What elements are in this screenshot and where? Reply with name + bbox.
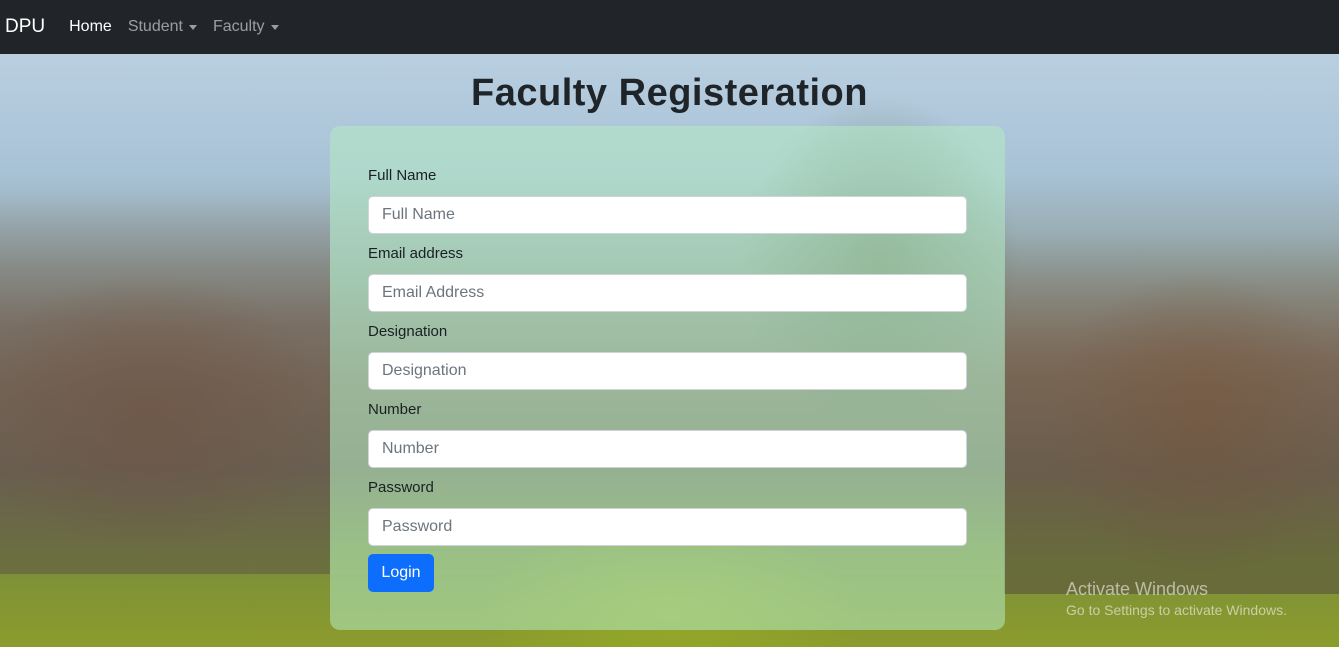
brand-link[interactable]: DPU — [5, 16, 45, 38]
faculty-registration-form: Full Name Email address Designation Numb… — [330, 126, 1005, 630]
top-navbar: DPU Home Student Faculty — [0, 0, 1339, 54]
watermark-title: Activate Windows — [1066, 579, 1209, 599]
chevron-down-icon — [270, 24, 279, 30]
nav-student-label: Student — [127, 18, 183, 35]
nav-faculty-label: Faculty — [212, 18, 265, 35]
password-input[interactable] — [368, 508, 967, 546]
full-name-label: Full Name — [368, 167, 437, 184]
page-title: Faculty Registeration — [471, 72, 868, 114]
password-label: Password — [368, 479, 434, 496]
email-input[interactable] — [368, 274, 967, 312]
login-button[interactable]: Login — [368, 554, 434, 592]
full-name-input[interactable] — [368, 196, 967, 234]
number-label: Number — [368, 401, 422, 418]
chevron-down-icon — [188, 24, 197, 30]
nav-home-label: Home — [69, 18, 112, 35]
nav-faculty-dropdown[interactable]: Faculty — [213, 18, 279, 36]
activate-windows-watermark: Activate Windows Go to Settings to activ… — [1066, 578, 1287, 620]
nav-student-dropdown[interactable]: Student — [128, 18, 197, 36]
designation-input[interactable] — [368, 352, 967, 390]
email-label: Email address — [368, 245, 464, 262]
number-input[interactable] — [368, 430, 967, 468]
nav-home[interactable]: Home — [69, 18, 112, 36]
designation-label: Designation — [368, 323, 448, 340]
background-building-left — [0, 194, 330, 574]
watermark-subtitle: Go to Settings to activate Windows. — [1066, 602, 1287, 618]
background-building-right — [1004, 234, 1339, 594]
